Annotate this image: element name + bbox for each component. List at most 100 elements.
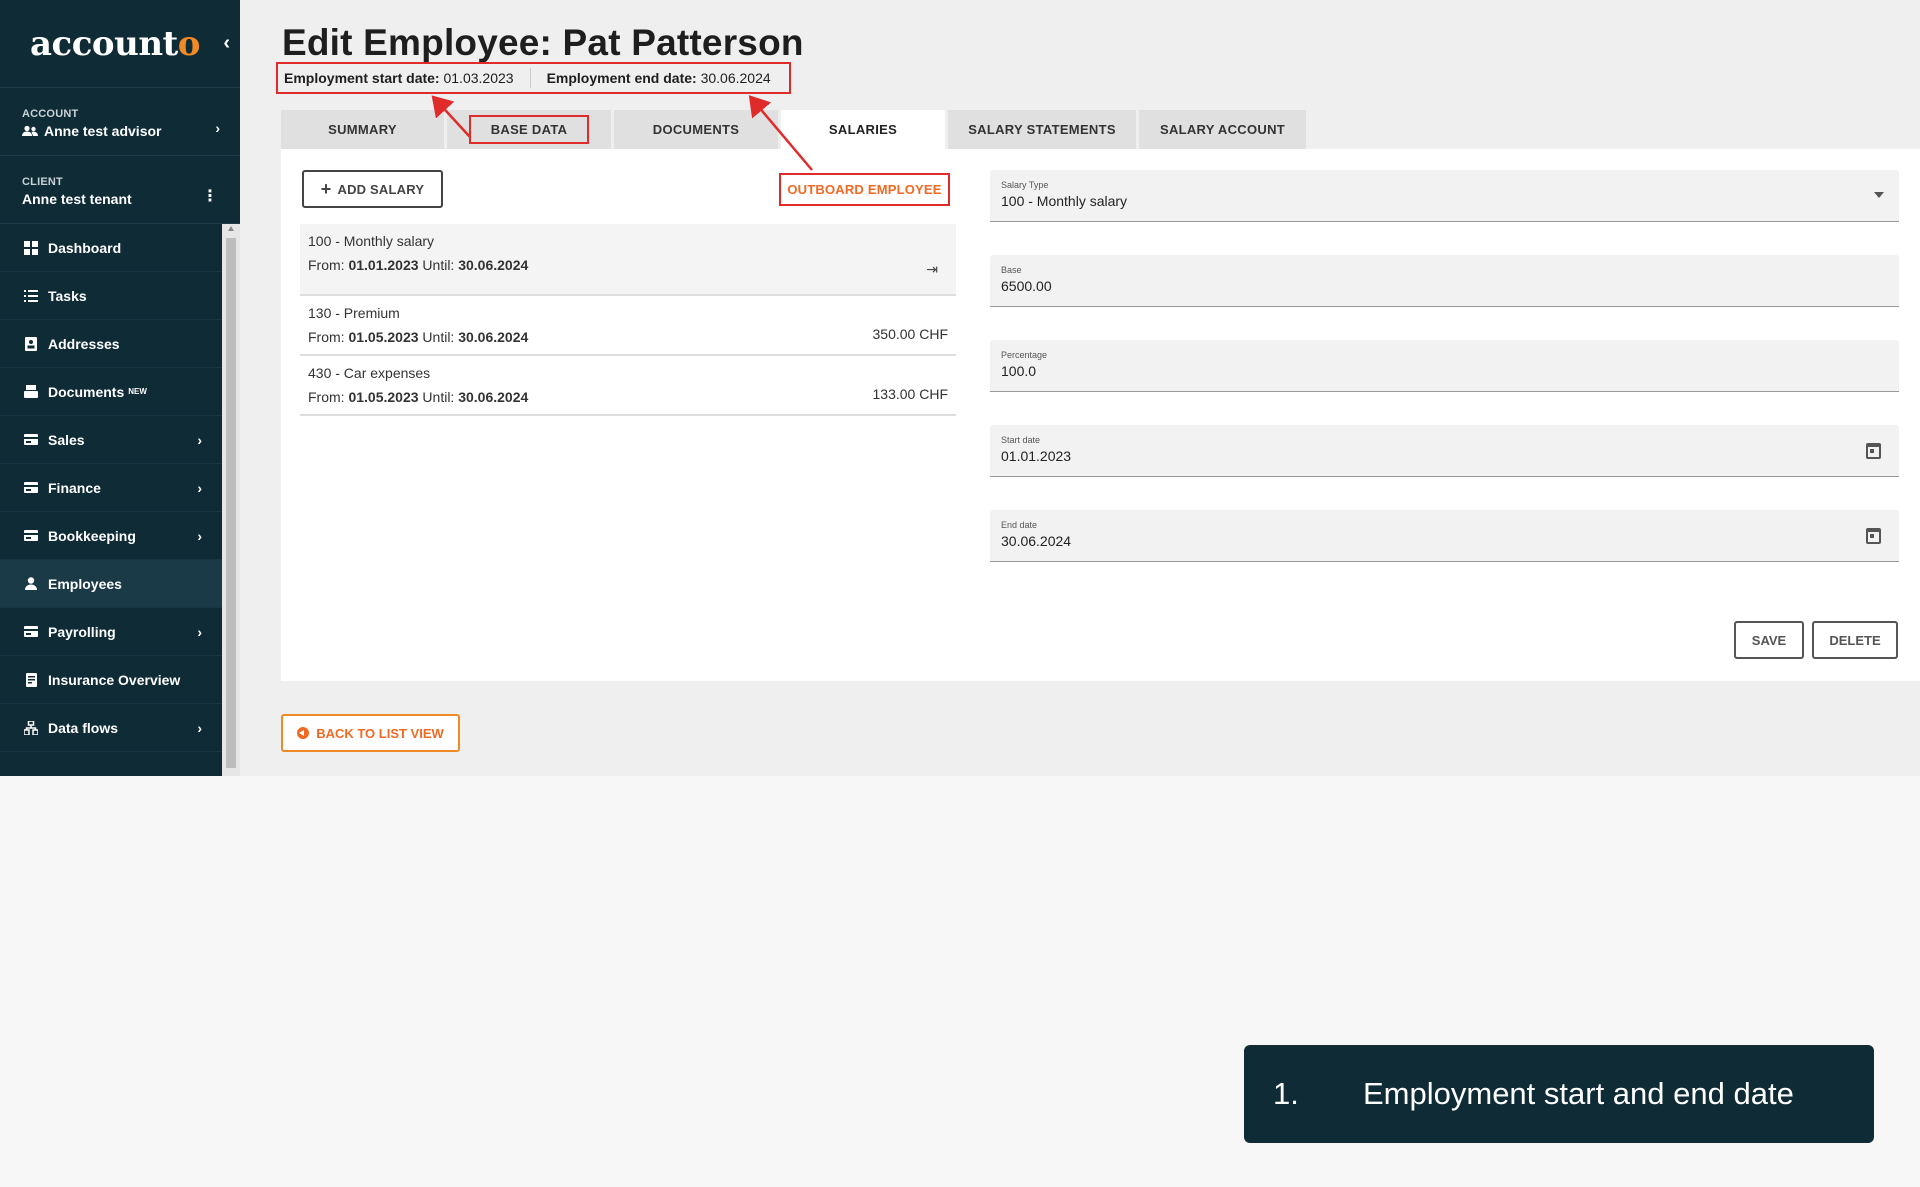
end-date-value: 30.06.2024 — [700, 70, 771, 86]
plus-icon: + — [320, 179, 332, 199]
employment-dates-highlight: Employment start date: 01.03.2023 Employ… — [276, 62, 791, 94]
arrow-left-circle-icon — [297, 727, 310, 739]
save-button[interactable]: SAVE — [1734, 621, 1804, 659]
main-content: Edit Employee: Pat Patterson Employment … — [276, 0, 1920, 776]
client-label: CLIENT — [22, 176, 63, 188]
calendar-icon[interactable] — [1866, 443, 1881, 459]
sidebar-item-label: Addresses — [48, 335, 120, 352]
tab-salary-account[interactable]: SALARY ACCOUNT — [1139, 110, 1306, 149]
collapse-sidebar-icon[interactable]: ‹ — [223, 32, 230, 55]
sidebar-item-employees[interactable]: Employees — [0, 560, 222, 608]
sidebar-item-tasks[interactable]: Tasks — [0, 272, 222, 320]
payrolling-icon — [24, 625, 38, 639]
sidebar-item-label: Finance — [48, 479, 101, 496]
start-date-input[interactable]: Start date 01.01.2023 — [990, 425, 1899, 477]
sidebar-item-label: Employees — [48, 575, 122, 592]
tab-summary[interactable]: SUMMARY — [281, 110, 444, 149]
tab-documents[interactable]: DOCUMENTS — [614, 110, 778, 149]
end-date-label: Employment end date: — [546, 70, 697, 86]
salary-type-select[interactable]: Salary Type 100 - Monthly salary — [990, 170, 1899, 222]
tab-base-data[interactable]: BASE DATA — [447, 110, 611, 149]
start-date-label: Employment start date: — [284, 70, 440, 86]
end-date-input[interactable]: End date 30.06.2024 — [990, 510, 1899, 562]
new-badge: NEW — [128, 387, 147, 396]
open-detail-icon[interactable]: ⇥ — [926, 261, 938, 278]
app-window: accounto ‹ ACCOUNT Anne test advisor › C… — [0, 0, 1920, 776]
logo[interactable]: accounto — [30, 24, 200, 64]
sidebar-item-label: Tasks — [48, 287, 87, 304]
employees-icon — [24, 577, 38, 591]
sales-icon — [24, 433, 38, 447]
base-input[interactable]: Base 6500.00 — [990, 255, 1899, 307]
add-salary-button[interactable]: + ADD SALARY — [302, 170, 443, 208]
sidebar-item-label: Data flows — [48, 719, 119, 736]
salary-item-car-expenses[interactable]: 430 - Car expenses From: 01.05.2023 Unti… — [300, 356, 956, 416]
account-value: Anne test advisor — [44, 123, 162, 139]
sidebar: accounto ‹ ACCOUNT Anne test advisor › C… — [0, 0, 240, 776]
sidebar-item-bookkeeping[interactable]: Bookkeeping › — [0, 512, 222, 560]
salaries-panel: + ADD SALARY OUTBOARD EMPLOYEE 100 - Mon… — [281, 149, 1920, 681]
sidebar-item-label: Bookkeeping — [48, 527, 136, 544]
sidebar-item-label: Dashboard — [48, 239, 122, 256]
tab-bar: SUMMARY BASE DATA DOCUMENTS SALARIES SAL… — [281, 110, 1306, 149]
client-selector[interactable]: CLIENT Anne test tenant ⋮ — [0, 156, 240, 224]
calendar-icon[interactable] — [1866, 528, 1881, 544]
page-title: Edit Employee: Pat Patterson — [282, 22, 804, 63]
sidebar-nav: Dashboard Tasks Addresses Documents NEW Sales… — [0, 224, 222, 752]
chevron-right-icon: › — [215, 120, 220, 136]
addresses-icon — [24, 336, 38, 351]
documents-icon — [24, 385, 38, 399]
sidebar-item-label: Payrolling — [48, 623, 116, 640]
outboard-employee-button[interactable]: OUTBOARD EMPLOYEE — [779, 173, 950, 206]
client-value: Anne test tenant — [22, 191, 132, 207]
start-date-value: 01.03.2023 — [443, 70, 514, 86]
sidebar-item-label: Sales — [48, 431, 85, 448]
caret-down-icon — [1874, 192, 1884, 198]
chevron-right-icon: › — [197, 527, 202, 544]
sidebar-item-payrolling[interactable]: Payrolling › — [0, 608, 222, 656]
sidebar-item-finance[interactable]: Finance › — [0, 464, 222, 512]
bookkeeping-icon — [24, 529, 38, 543]
step-caption: 1. Employment start and end date — [1244, 1045, 1874, 1143]
percentage-input[interactable]: Percentage 100.0 — [990, 340, 1899, 392]
dates-divider — [529, 68, 531, 88]
chevron-right-icon: › — [197, 623, 202, 640]
step-text: Employment start and end date — [1363, 1076, 1794, 1111]
chevron-right-icon: › — [197, 719, 202, 736]
sidebar-item-dashboard[interactable]: Dashboard — [0, 224, 222, 272]
salary-amount: 350.00 CHF — [872, 326, 948, 342]
sidebar-item-label: Documents — [48, 383, 125, 400]
sidebar-item-documents[interactable]: Documents NEW — [0, 368, 222, 416]
tab-salary-statements[interactable]: SALARY STATEMENTS — [948, 110, 1136, 149]
finance-icon — [24, 481, 38, 495]
sidebar-item-addresses[interactable]: Addresses — [0, 320, 222, 368]
tab-salaries[interactable]: SALARIES — [781, 110, 945, 149]
salary-item-premium[interactable]: 130 - Premium From: 01.05.2023 Until: 30… — [300, 296, 956, 356]
chevron-right-icon: › — [197, 431, 202, 448]
step-number: 1. — [1273, 1076, 1299, 1111]
sidebar-scrollbar[interactable] — [222, 224, 240, 776]
chevron-right-icon: › — [197, 479, 202, 496]
data-flows-icon — [24, 720, 38, 735]
insurance-icon — [24, 672, 38, 687]
scrollbar-thumb[interactable] — [226, 238, 236, 768]
users-icon — [22, 125, 38, 136]
more-vertical-icon[interactable]: ⋮ — [202, 186, 218, 206]
delete-button[interactable]: DELETE — [1812, 621, 1898, 659]
back-to-list-button[interactable]: BACK TO LIST VIEW — [281, 714, 460, 752]
tasks-icon — [24, 289, 38, 303]
scroll-up-arrow-icon[interactable] — [228, 226, 234, 231]
nav-wrapper: Dashboard Tasks Addresses Documents NEW Sales… — [0, 224, 240, 776]
salary-list: 100 - Monthly salary From: 01.01.2023 Un… — [300, 224, 956, 416]
salary-form: Salary Type 100 - Monthly salary Base 65… — [990, 170, 1899, 595]
sidebar-item-label: Insurance Overview — [48, 671, 181, 688]
account-selector[interactable]: ACCOUNT Anne test advisor › — [0, 88, 240, 156]
salary-amount: 133.00 CHF — [872, 386, 948, 402]
sidebar-item-insurance-overview[interactable]: Insurance Overview — [0, 656, 222, 704]
logo-row: accounto ‹ — [0, 0, 240, 88]
dashboard-icon — [24, 240, 38, 255]
sidebar-item-data-flows[interactable]: Data flows › — [0, 704, 222, 752]
sidebar-item-sales[interactable]: Sales › — [0, 416, 222, 464]
salary-item-monthly[interactable]: 100 - Monthly salary From: 01.01.2023 Un… — [300, 224, 956, 296]
account-label: ACCOUNT — [22, 108, 79, 120]
